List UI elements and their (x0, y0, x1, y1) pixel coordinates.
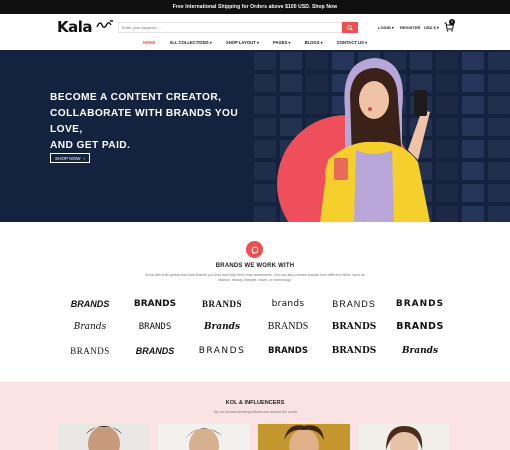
kol-section-subtitle: Top on forward-thinking influencers arou… (213, 410, 297, 414)
brand-logo[interactable]: BRANDS (319, 344, 389, 358)
background-photo-tile (462, 52, 484, 70)
nav-label: ALL COLLECTIONS (169, 40, 209, 45)
background-photo-tile (488, 184, 510, 202)
brand-logo[interactable]: Brands (385, 344, 455, 358)
search-button[interactable] (342, 22, 358, 33)
brand-logo[interactable]: BRANDS (187, 297, 257, 311)
influencer-card[interactable] (58, 424, 150, 450)
brand-logo[interactable]: BRANDS (55, 297, 125, 311)
brands-section-subtitle: Work with both global and local brands y… (145, 273, 365, 282)
background-photo-tile (462, 162, 484, 180)
hero-headline: BECOME A CONTENT CREATOR, COLLABORATE WI… (50, 90, 270, 154)
brand-logo[interactable]: Brands (187, 320, 257, 334)
background-photo-tile (254, 162, 276, 180)
background-photo-tile (254, 184, 276, 202)
brand-logo[interactable]: BRANDS (385, 320, 455, 334)
nav-label: CONTACT US (336, 40, 364, 45)
shop-now-button[interactable]: SHOP NOW › (50, 153, 90, 163)
hero-line-3: AND GET PAID. (50, 140, 131, 151)
background-photo-tile (462, 184, 484, 202)
background-photo-tile (488, 96, 510, 114)
logo-script-mark (96, 19, 114, 32)
currency-label: USD $ (424, 25, 436, 30)
login-label: LOGIN (378, 25, 391, 30)
kol-section: KOL & INFLUENCERS Top on forward-thinkin… (0, 382, 510, 450)
announcement-bar[interactable]: Free International Shipping for Orders a… (0, 0, 510, 14)
brand-logo[interactable]: BRANDS (120, 320, 190, 334)
login-link[interactable]: LOGIN ▾ (378, 25, 394, 30)
influencer-card[interactable] (158, 424, 250, 450)
nav-item-blogs[interactable]: BLOGS ▾ (298, 38, 330, 50)
hero-banner: BECOME A CONTENT CREATOR, COLLABORATE WI… (0, 50, 510, 222)
brand-logo[interactable]: Brands (55, 320, 125, 334)
search-bar (118, 22, 358, 33)
chat-bubble-icon (246, 241, 263, 258)
hero-line-2: COLLABORATE WITH BRANDS YOU LOVE, (50, 108, 239, 135)
background-photo-tile (462, 96, 484, 114)
background-photo-tile (462, 74, 484, 92)
currency-selector[interactable]: USD $ ▾ (424, 25, 439, 30)
background-photo-tile (488, 74, 510, 92)
background-photo-tile (462, 118, 484, 136)
hero-line-1: BECOME A CONTENT CREATOR, (50, 92, 222, 103)
background-photo-tile (462, 140, 484, 158)
shop-now-label: SHOP NOW (55, 155, 81, 161)
register-link[interactable]: REGISTER (400, 25, 420, 30)
main-nav: HOME ALL COLLECTIONS ▾ SHOP LAYOUT ▾ PAG… (0, 38, 510, 50)
nav-item-all-collections[interactable]: ALL COLLECTIONS ▾ (162, 38, 219, 50)
background-photo-tile (488, 118, 510, 136)
brands-section-title: BRANDS WE WORK WITH (215, 263, 295, 269)
influencer-card[interactable] (258, 424, 350, 450)
background-photo-tile (254, 52, 276, 70)
background-photo-tile (488, 140, 510, 158)
background-photo-tile (488, 52, 510, 70)
background-photo-tile (462, 206, 484, 222)
nav-item-home[interactable]: HOME (136, 38, 163, 50)
brand-logo[interactable]: BRANDS (319, 320, 389, 334)
brand-logo[interactable]: BRANDS (385, 297, 455, 311)
background-photo-tile (488, 162, 510, 180)
brand-logo[interactable]: BRANDS (253, 344, 323, 358)
nav-item-contact-us[interactable]: CONTACT US ▾ (330, 38, 374, 50)
influencer-card[interactable] (358, 424, 450, 450)
nav-label: BLOGS (304, 40, 320, 45)
nav-label: PAGES (272, 40, 288, 45)
nav-item-shop-layout[interactable]: SHOP LAYOUT ▾ (219, 38, 266, 50)
brand-logo[interactable]: brands (253, 297, 323, 311)
logo[interactable]: Kala (57, 18, 93, 36)
nav-label: SHOP LAYOUT (225, 40, 256, 45)
brand-logo[interactable]: BRANDS (120, 297, 190, 311)
arrow-right-icon: › (83, 155, 85, 161)
brand-logo[interactable]: BRANDS (187, 344, 257, 358)
background-photo-tile (488, 206, 510, 222)
search-input[interactable] (119, 23, 341, 32)
search-icon (347, 24, 353, 31)
nav-item-pages[interactable]: PAGES ▾ (266, 38, 298, 50)
hero-creator-image (320, 58, 430, 222)
brand-logo[interactable]: BRANDS (55, 344, 125, 358)
background-photo-tile (254, 206, 276, 222)
kol-section-title: KOL & INFLUENCERS (225, 400, 285, 406)
brand-logo[interactable]: BRANDS (319, 297, 389, 311)
site-header: Kala LOGIN ▾ REGISTER USD $ ▾ 0 (0, 14, 510, 38)
announcement-text[interactable]: Free International Shipping for Orders a… (173, 4, 337, 10)
cart-count-badge: 0 (449, 19, 455, 25)
brand-logo[interactable]: BRANDS (253, 320, 323, 334)
brand-logo[interactable]: BRANDS (120, 344, 190, 358)
